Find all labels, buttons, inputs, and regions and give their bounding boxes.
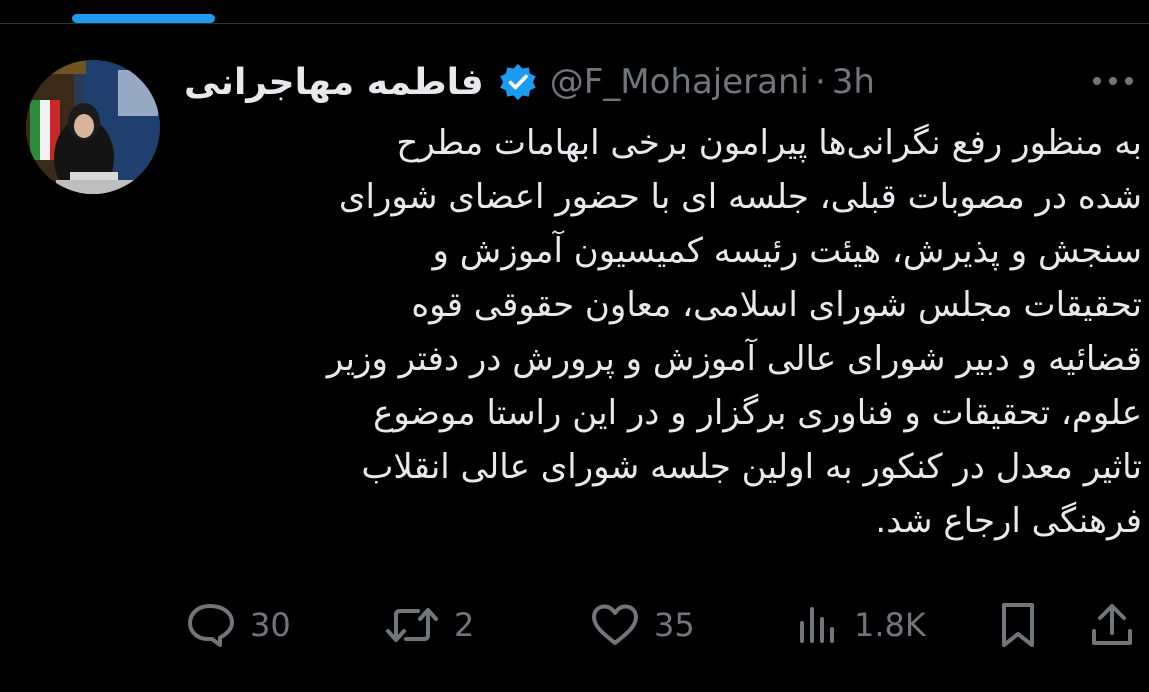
reply-button[interactable]: 30 [186, 596, 291, 654]
views-icon [800, 607, 834, 643]
tweet-line: علوم، تحقیقات و فناوری برگزار و در این ر… [373, 393, 1142, 433]
tweet-header: فاطمه مهاجرانی @F_Mohajerani · 3h [184, 56, 875, 108]
timestamp[interactable]: 3h [832, 62, 875, 102]
tweet-line: به منظور رفع نگرانی‌ها پیرامون برخی ابها… [396, 123, 1142, 163]
repost-count: 2 [454, 606, 475, 644]
like-count: 35 [654, 606, 695, 644]
display-name[interactable]: فاطمه مهاجرانی [184, 62, 484, 103]
like-icon [592, 604, 638, 645]
tweet-line: فرهنگی ارجاع شد. [875, 501, 1142, 541]
tweet-line: شده در مصوبات قبلی، جلسه ای با حضور اعضا… [338, 177, 1142, 217]
active-tab-indicator [72, 14, 215, 23]
tweet-line: تحقیقات مجلس شورای اسلامی، معاون حقوقی ق… [411, 285, 1142, 325]
top-divider [0, 23, 1149, 24]
tweet-line: قضائیه و دبیر شورای عالی آموزش و پرورش د… [326, 339, 1142, 379]
more-icon [1093, 77, 1133, 85]
views-count: 1.8K [854, 606, 926, 644]
verified-badge-icon [500, 64, 536, 100]
tweet-line: سنجش و پذیرش، هیئت رئیسه کمیسیون آموزش و [432, 231, 1142, 271]
tweet-line: تاثیر معدل در کنکور به اولین جلسه شورای … [361, 447, 1142, 487]
separator-dot: · [814, 62, 826, 102]
share-button[interactable] [1088, 596, 1136, 654]
tweet-text: به منظور رفع نگرانی‌ها پیرامون برخی ابها… [150, 116, 1142, 548]
bookmark-icon [1002, 603, 1034, 647]
reply-icon [188, 604, 234, 647]
repost-icon [386, 608, 438, 642]
user-handle[interactable]: @F_Mohajerani [550, 62, 809, 102]
avatar[interactable] [26, 60, 160, 194]
bookmark-button[interactable] [996, 596, 1040, 654]
action-bar: 30 2 35 1.8K [0, 596, 1149, 654]
more-button[interactable] [1088, 66, 1138, 96]
share-icon [1092, 604, 1132, 645]
reply-count: 30 [250, 606, 291, 644]
views-button[interactable]: 1.8K [796, 596, 926, 654]
repost-button[interactable]: 2 [384, 596, 474, 654]
like-button[interactable]: 35 [590, 596, 695, 654]
